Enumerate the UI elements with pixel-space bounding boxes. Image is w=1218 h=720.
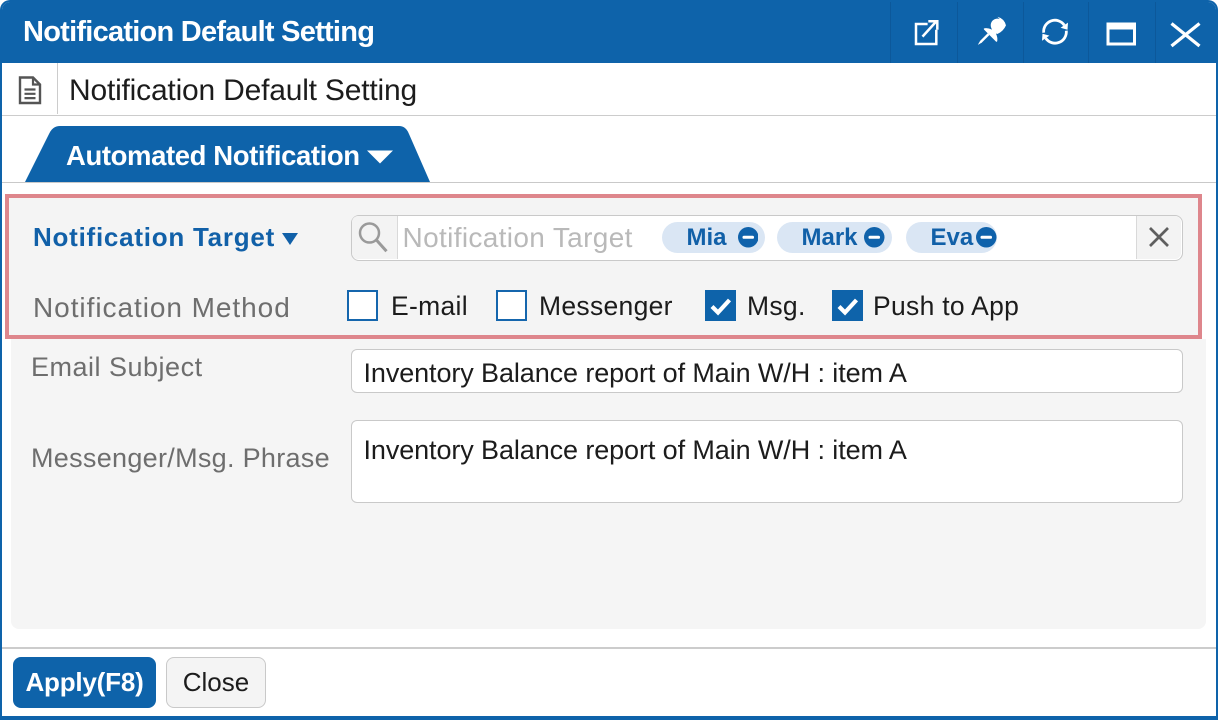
svg-text:Automated Notification: Automated Notification — [66, 140, 360, 171]
